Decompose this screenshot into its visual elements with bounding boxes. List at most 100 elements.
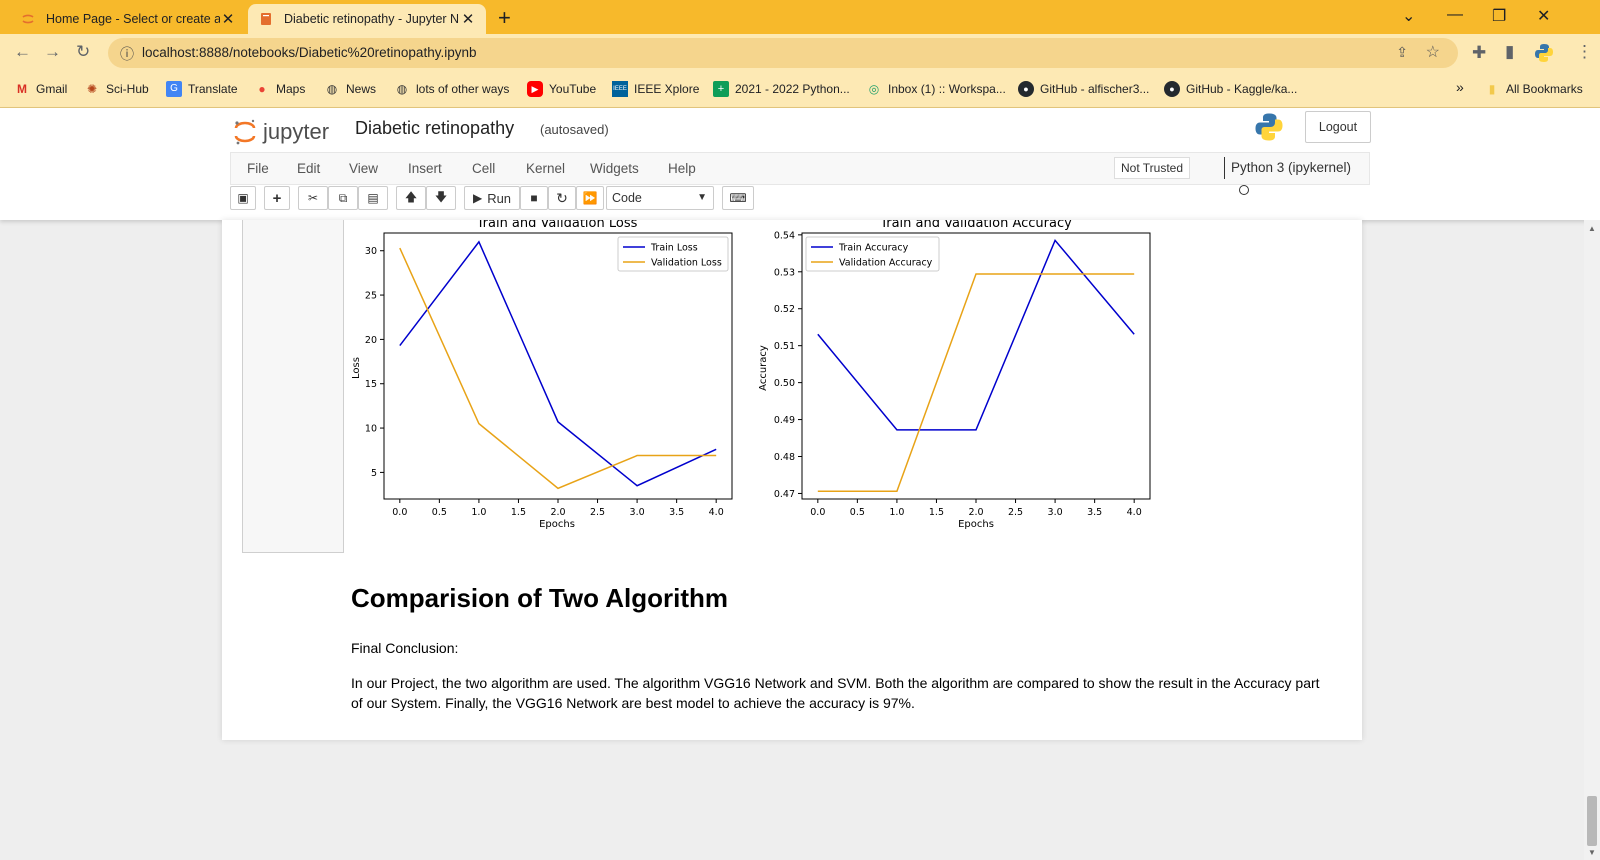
bookmark-inbox[interactable]: ◎ Inbox (1) :: Workspa...	[866, 81, 1006, 97]
cut-button[interactable]: ✂	[298, 186, 328, 210]
browser-tab-notebook[interactable]: Diabetic retinopathy - Jupyter N ✕	[248, 4, 486, 34]
bookmark-gmail[interactable]: M Gmail	[14, 81, 67, 97]
bookmark-translate[interactable]: G Translate	[166, 81, 238, 97]
fast-forward-icon: ⏩	[582, 191, 598, 205]
restart-run-all-button[interactable]: ⏩	[576, 186, 604, 210]
bookmarks-overflow-button[interactable]: »	[1456, 79, 1464, 95]
bookmark-github-kaggle[interactable]: ● GitHub - Kaggle/ka...	[1164, 81, 1297, 97]
restore-button[interactable]: ❐	[1492, 6, 1506, 26]
minimize-button[interactable]: —	[1447, 6, 1463, 24]
bookmark-label: 2021 - 2022 Python...	[735, 82, 850, 96]
new-tab-button[interactable]: +	[498, 5, 511, 31]
bookmark-label: Maps	[276, 82, 306, 96]
scrollbar-thumb[interactable]	[1587, 796, 1597, 846]
bookmark-label: lots of other ways	[416, 82, 510, 96]
autosave-status: (autosaved)	[540, 122, 609, 137]
page-scrollbar[interactable]: ▲ ▼	[1584, 220, 1600, 860]
y-tick-label: 0.51	[774, 341, 795, 352]
browser-menu-icon[interactable]: ⋮	[1576, 42, 1593, 62]
scroll-down-icon[interactable]: ▼	[1588, 848, 1596, 857]
bookmark-star-icon[interactable]: ☆	[1426, 42, 1440, 62]
close-tab-icon[interactable]: ✕	[460, 10, 476, 28]
output-prompt-area[interactable]	[242, 220, 344, 553]
close-tab-icon[interactable]: ✕	[220, 10, 236, 28]
all-bookmarks-folder[interactable]: ▮ All Bookmarks	[1484, 81, 1583, 97]
x-tick-label: 0.5	[850, 507, 865, 518]
bookmark-github-alfischer[interactable]: ● GitHub - alfischer3...	[1018, 81, 1149, 97]
save-button[interactable]: ▣	[230, 186, 256, 210]
y-tick-label: 0.47	[774, 489, 795, 500]
bookmark-python-sheet[interactable]: +2021 - 2022 Python...	[713, 81, 850, 97]
youtube-icon: ▶	[527, 81, 543, 97]
move-up-button[interactable]: 🡅	[396, 186, 426, 210]
back-icon[interactable]: ←	[14, 42, 31, 62]
paste-icon: ▤	[367, 191, 379, 205]
x-tick-label: 1.0	[889, 507, 904, 518]
command-palette-button[interactable]: ⌨	[722, 186, 754, 210]
kernel-idle-icon	[1239, 185, 1249, 195]
menu-cell[interactable]: Cell	[472, 161, 495, 176]
insert-cell-button[interactable]: +	[264, 186, 290, 210]
kernel-indicator[interactable]: Python 3 (ipykernel)	[1224, 157, 1369, 195]
interrupt-button[interactable]: ■	[520, 186, 548, 210]
copy-button[interactable]: ⧉	[328, 186, 358, 210]
reload-icon[interactable]: ↻	[76, 42, 90, 62]
inbox-icon: ◎	[868, 82, 880, 96]
bookmarks-bar: M Gmail ✺ Sci-Hub G Translate ● Maps ◍ News ◍…	[0, 72, 1600, 108]
cell-type-select[interactable]: Code ▼	[606, 186, 714, 210]
menu-widgets[interactable]: Widgets	[590, 161, 639, 176]
forward-icon[interactable]: →	[44, 42, 61, 62]
y-tick-label: 25	[365, 291, 377, 302]
y-tick-label: 20	[365, 335, 377, 346]
menu-help[interactable]: Help	[668, 161, 696, 176]
notebook-name[interactable]: Diabetic retinopathy	[355, 118, 514, 139]
bookmark-other-ways[interactable]: ◍ lots of other ways	[394, 81, 510, 97]
menu-kernel[interactable]: Kernel	[526, 161, 565, 176]
side-panel-icon[interactable]: ▮	[1505, 42, 1514, 62]
notebook-favicon-icon	[261, 13, 271, 25]
bookmark-news[interactable]: ◍ News	[324, 81, 376, 97]
plot-area	[801, 232, 1151, 500]
bookmark-maps[interactable]: ● Maps	[254, 81, 305, 97]
close-window-button[interactable]: ✕	[1537, 6, 1550, 26]
browser-tab-home[interactable]: Home Page - Select or create a n ✕	[10, 4, 246, 34]
scroll-up-icon[interactable]: ▲	[1588, 224, 1596, 233]
run-button[interactable]: ▶ Run	[464, 186, 520, 210]
paste-button[interactable]: ▤	[358, 186, 388, 210]
legend-label: Validation Accuracy	[839, 258, 933, 269]
menu-insert[interactable]: Insert	[408, 161, 442, 176]
restart-button[interactable]: ↻	[548, 186, 576, 210]
trust-indicator[interactable]: Not Trusted	[1114, 157, 1191, 179]
python-profile-icon[interactable]	[1534, 43, 1554, 63]
move-down-button[interactable]: 🡇	[426, 186, 456, 210]
address-bar[interactable]: ⓘ localhost:8888/notebooks/Diabetic%20re…	[108, 38, 1458, 68]
menu-edit[interactable]: Edit	[297, 161, 320, 176]
chevron-down-icon: ▼	[697, 192, 707, 203]
jupyter-logo-icon	[234, 119, 256, 145]
gmail-icon: M	[17, 82, 27, 96]
share-icon[interactable]: ⇪	[1396, 44, 1408, 61]
legend-label: Validation Loss	[651, 258, 722, 269]
copy-icon: ⧉	[338, 190, 348, 205]
bookmark-label: Inbox (1) :: Workspa...	[888, 82, 1006, 96]
menu-view[interactable]: View	[349, 161, 378, 176]
bookmark-youtube[interactable]: ▶ YouTube	[527, 81, 596, 97]
extensions-icon[interactable]: ✚	[1472, 43, 1486, 63]
y-tick-label: 0.48	[774, 452, 795, 463]
tab-search-icon[interactable]: ⌄	[1402, 6, 1415, 26]
keyboard-icon: ⌨	[729, 191, 747, 205]
chart-title: Train and Validation Loss	[476, 220, 638, 231]
y-tick-label: 15	[365, 379, 377, 390]
logout-button[interactable]: Logout	[1305, 111, 1371, 143]
tab-title: Home Page - Select or create a n	[46, 12, 220, 26]
notebook-container: Train and Validation Loss Epochs Loss 0.…	[222, 220, 1362, 740]
loss-chart: Train and Validation Loss Epochs Loss 0.…	[351, 220, 733, 530]
notebook-menubar: File Edit View Insert Cell Kernel Widget…	[230, 152, 1370, 195]
site-info-icon[interactable]: ⓘ	[120, 44, 134, 64]
bookmark-ieee[interactable]: IEEE IEEE Xplore	[612, 81, 699, 97]
bookmark-scihub[interactable]: ✺ Sci-Hub	[84, 81, 149, 97]
url-text[interactable]: localhost:8888/notebooks/Diabetic%20reti…	[142, 45, 476, 60]
menu-file[interactable]: File	[247, 161, 269, 176]
arrow-down-icon: 🡇	[434, 189, 448, 204]
jupyter-logo[interactable]: jupyter	[233, 118, 329, 146]
